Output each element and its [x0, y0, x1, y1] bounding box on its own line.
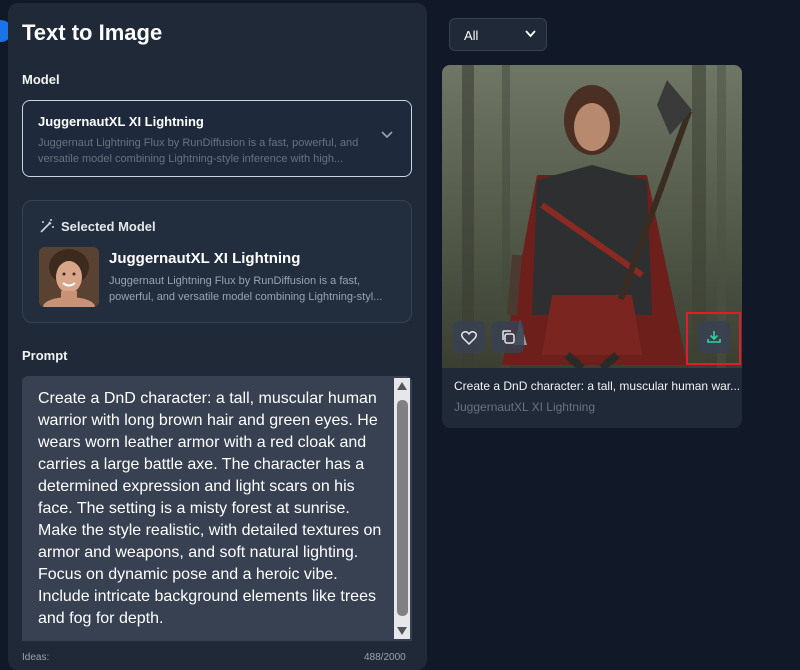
favorite-button[interactable]: [453, 321, 485, 353]
chevron-down-icon: [381, 131, 393, 139]
selected-model-name: JuggernautXL XI Lightning: [109, 250, 301, 267]
selected-model-heading: Selected Model: [61, 218, 156, 234]
card-caption: Create a DnD character: a tall, muscular…: [454, 379, 741, 393]
scroll-up-icon[interactable]: [397, 382, 407, 390]
filter-select[interactable]: All: [449, 18, 547, 51]
copy-icon: [502, 330, 515, 344]
prompt-textarea[interactable]: Create a DnD character: a tall, muscular…: [22, 376, 412, 641]
ideas-label: Ideas:: [22, 652, 50, 663]
page-title: Text to Image: [22, 20, 163, 45]
download-highlight-box: [686, 312, 741, 365]
prompt-text: Create a DnD character: a tall, muscular…: [38, 390, 382, 627]
selected-model-header: Selected Model: [39, 218, 156, 234]
filter-value: All: [464, 28, 479, 43]
char-count: 488/2000: [364, 652, 406, 663]
magic-wand-icon: [40, 219, 54, 233]
selected-model-card: Selected Model JuggernautXL XI Lightning…: [22, 200, 412, 323]
scroll-thumb[interactable]: [397, 400, 408, 616]
model-select-name: JuggernautXL XI Lightning: [38, 114, 204, 129]
selected-model-desc: Juggernaut Lightning Flux by RunDiffusio…: [109, 275, 383, 303]
model-avatar: [39, 247, 99, 307]
prompt-label: Prompt: [22, 348, 68, 363]
heart-icon: [461, 330, 477, 345]
card-model-name: JuggernautXL XI Lightning: [454, 400, 595, 414]
chevron-down-icon: [525, 30, 536, 38]
copy-button[interactable]: [492, 321, 524, 353]
model-label: Model: [22, 72, 60, 87]
model-select-desc: Juggernaut Lightning Flux by RunDiffusio…: [38, 137, 359, 165]
scroll-down-icon[interactable]: [397, 627, 407, 635]
model-select[interactable]: JuggernautXL XI Lightning Juggernaut Lig…: [22, 100, 412, 177]
gallery-card[interactable]: Create a DnD character: a tall, muscular…: [442, 65, 742, 428]
